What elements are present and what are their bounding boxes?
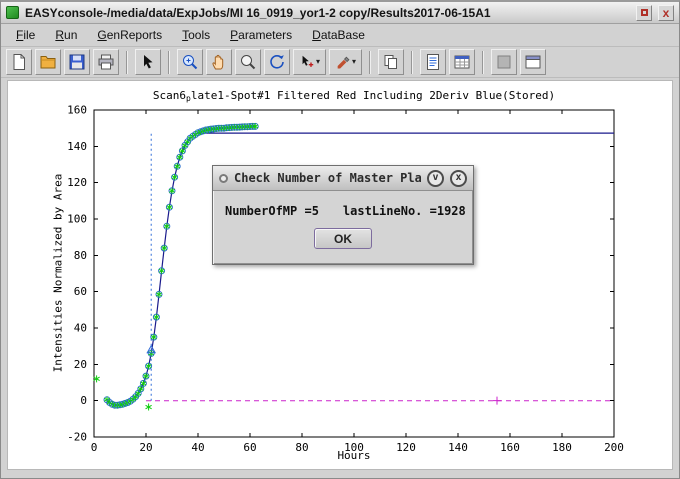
menu-parameters[interactable]: Parameters: [221, 25, 301, 45]
magnifier-button[interactable]: [235, 49, 261, 75]
blank-square-icon: [495, 53, 513, 71]
window-frame-button[interactable]: [520, 49, 546, 75]
dialog-message-right: lastLineNo. =1928: [343, 204, 466, 218]
zoom-in-icon: [181, 53, 199, 71]
print-button[interactable]: [93, 49, 119, 75]
dropdown-arrow-icon: ▾: [316, 58, 320, 66]
close-icon: x: [455, 173, 461, 183]
menu-database[interactable]: DataBase: [303, 25, 374, 45]
chevron-down-icon: v: [432, 173, 438, 183]
svg-text:160: 160: [500, 441, 520, 454]
iconify-button[interactable]: [636, 5, 652, 21]
table-chart-icon: [453, 53, 471, 71]
svg-text:-20: -20: [67, 431, 87, 444]
x-axis-label: Hours: [337, 449, 370, 462]
magnifier-icon: [239, 53, 257, 71]
toolbar-separator: [369, 51, 371, 74]
data-cursor-button[interactable]: ▾: [293, 49, 326, 75]
dialog-titlebar[interactable]: Check Number of Master Pla... v x: [213, 166, 473, 191]
svg-text:100: 100: [67, 213, 87, 226]
svg-text:180: 180: [552, 441, 572, 454]
dialog-title: Check Number of Master Pla...: [234, 171, 421, 185]
pan-hand-icon: [210, 53, 228, 71]
open-folder-icon: [39, 53, 57, 71]
dialog-shade-button[interactable]: v: [427, 170, 444, 187]
svg-text:160: 160: [67, 104, 87, 117]
print-icon: [97, 53, 115, 71]
app-icon[interactable]: [6, 6, 19, 19]
svg-text:140: 140: [67, 140, 87, 153]
dialog-message: NumberOfMP =5lastLineNo. =1928: [225, 204, 461, 218]
svg-text:200: 200: [604, 441, 624, 454]
document-lines-button[interactable]: [420, 49, 446, 75]
window-frame-icon: [524, 53, 542, 71]
check-master-plates-dialog: Check Number of Master Pla... v x Number…: [212, 165, 474, 265]
new-file-icon: [10, 53, 28, 71]
svg-text:40: 40: [191, 441, 204, 454]
close-button[interactable]: x: [658, 5, 674, 21]
paint-brush-icon: [335, 54, 351, 70]
dialog-body: NumberOfMP =5lastLineNo. =1928 OK: [213, 191, 473, 249]
y-axis-label: Intensities Normalized by Area: [52, 174, 65, 373]
dialog-icon: [219, 174, 228, 183]
rotate-button[interactable]: [264, 49, 290, 75]
easyconsole-window: EASYconsole-/media/data/ExpJobs/MI 16_09…: [0, 0, 680, 479]
cursor-icon: [139, 53, 157, 71]
pan-hand-button[interactable]: [206, 49, 232, 75]
close-icon: x: [663, 7, 670, 19]
chart-canvas[interactable]: 0 20 40 60 80 100 120 140 160 180 200 -20 0 20 40 60 80 1…: [8, 81, 674, 471]
copy-icon: [382, 53, 400, 71]
blank-button[interactable]: [491, 49, 517, 75]
menubar: File Run GenReports Tools Parameters Dat…: [1, 24, 679, 47]
data-cursor-icon: [299, 54, 315, 70]
toolbar-separator: [168, 51, 170, 74]
rotate-icon: [268, 53, 286, 71]
toolbar-separator: [482, 51, 484, 74]
svg-text:20: 20: [139, 441, 152, 454]
window-title: EASYconsole-/media/data/ExpJobs/MI 16_09…: [25, 6, 630, 20]
svg-text:140: 140: [448, 441, 468, 454]
dropdown-arrow-icon: ▾: [352, 58, 356, 66]
save-button[interactable]: [64, 49, 90, 75]
svg-text:120: 120: [67, 176, 87, 189]
toolbar: ▾ ▾: [1, 47, 679, 78]
svg-text:80: 80: [74, 249, 87, 262]
save-icon: [68, 53, 86, 71]
chart-title: Scan6plate1-Spot#1 Filtered Red Includin…: [153, 89, 555, 103]
svg-text:80: 80: [295, 441, 308, 454]
svg-text:60: 60: [74, 285, 87, 298]
ok-button[interactable]: OK: [314, 228, 372, 249]
menu-file[interactable]: File: [7, 25, 44, 45]
document-lines-icon: [424, 53, 442, 71]
menu-genreports[interactable]: GenReports: [88, 25, 171, 45]
iconify-icon: [641, 9, 648, 16]
zoom-in-button[interactable]: [177, 49, 203, 75]
dialog-close-button[interactable]: x: [450, 170, 467, 187]
menu-tools[interactable]: Tools: [173, 25, 219, 45]
svg-text:20: 20: [74, 358, 87, 371]
dialog-message-left: NumberOfMP =5: [225, 204, 319, 218]
svg-text:40: 40: [74, 322, 87, 335]
paint-brush-button[interactable]: ▾: [329, 49, 362, 75]
copy-button[interactable]: [378, 49, 404, 75]
toolbar-separator: [126, 51, 128, 74]
svg-text:120: 120: [396, 441, 416, 454]
toolbar-separator: [411, 51, 413, 74]
figure-area: 0 20 40 60 80 100 120 140 160 180 200 -20 0 20 40 60 80 1…: [7, 80, 673, 470]
open-folder-button[interactable]: [35, 49, 61, 75]
window-titlebar[interactable]: EASYconsole-/media/data/ExpJobs/MI 16_09…: [1, 2, 679, 24]
svg-text:60: 60: [243, 441, 256, 454]
table-chart-button[interactable]: [449, 49, 475, 75]
new-file-button[interactable]: [6, 49, 32, 75]
menu-run[interactable]: Run: [46, 25, 86, 45]
svg-text:0: 0: [80, 394, 87, 407]
cursor-button[interactable]: [135, 49, 161, 75]
svg-text:0: 0: [91, 441, 98, 454]
